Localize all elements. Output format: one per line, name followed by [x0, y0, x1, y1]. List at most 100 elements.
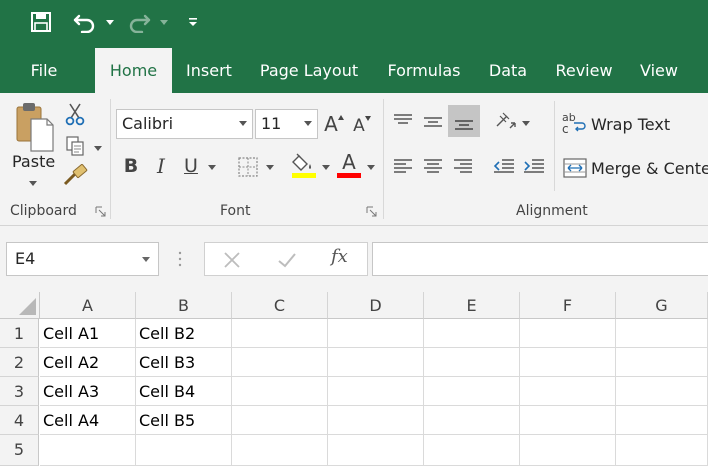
select-all-button[interactable]: [0, 292, 40, 319]
cell-d1[interactable]: [328, 319, 424, 348]
cell-g4[interactable]: [616, 406, 708, 435]
column-header-f[interactable]: F: [520, 292, 616, 319]
cell-a1[interactable]: Cell A1: [40, 319, 136, 348]
fill-color-dropdown-icon[interactable]: [322, 165, 330, 170]
cell-a4[interactable]: Cell A4: [40, 406, 136, 435]
cell-d2[interactable]: [328, 348, 424, 377]
cell-e2[interactable]: [424, 348, 520, 377]
align-center-icon[interactable]: [420, 153, 446, 181]
row-header-2[interactable]: 2: [0, 348, 39, 377]
cell-f5[interactable]: [520, 435, 616, 466]
cell-g3[interactable]: [616, 377, 708, 406]
row-header-1[interactable]: 1: [0, 319, 39, 348]
tab-home[interactable]: Home: [95, 48, 172, 93]
cell-g1[interactable]: [616, 319, 708, 348]
tab-formulas[interactable]: Formulas: [378, 48, 470, 93]
cell-a2[interactable]: Cell A2: [40, 348, 136, 377]
cell-e4[interactable]: [424, 406, 520, 435]
bottom-align-icon[interactable]: [448, 105, 480, 137]
underline-dropdown-icon[interactable]: [208, 165, 216, 170]
formula-input[interactable]: [372, 242, 708, 276]
cell-d4[interactable]: [328, 406, 424, 435]
name-box[interactable]: E4: [6, 242, 159, 276]
cell-e3[interactable]: [424, 377, 520, 406]
cell-f2[interactable]: [520, 348, 616, 377]
top-align-icon[interactable]: [390, 107, 416, 135]
tab-data[interactable]: Data: [480, 48, 536, 93]
enter-icon[interactable]: [277, 251, 297, 269]
cell-c2[interactable]: [232, 348, 328, 377]
borders-icon[interactable]: [234, 153, 262, 181]
save-icon[interactable]: [28, 8, 54, 36]
orientation-dropdown-icon[interactable]: [522, 121, 530, 126]
orientation-icon[interactable]: [492, 107, 520, 135]
cell-f4[interactable]: [520, 406, 616, 435]
font-name-combo[interactable]: Calibri: [116, 109, 253, 139]
name-box-dropdown-icon[interactable]: [142, 257, 150, 262]
cell-b3[interactable]: Cell B4: [136, 377, 232, 406]
tab-file[interactable]: File: [16, 48, 72, 93]
cell-g2[interactable]: [616, 348, 708, 377]
paste-dropdown-icon[interactable]: [29, 181, 37, 186]
paste-label[interactable]: Paste: [12, 152, 55, 171]
tab-review[interactable]: Review: [546, 48, 622, 93]
cell-f3[interactable]: [520, 377, 616, 406]
cell-b2[interactable]: Cell B3: [136, 348, 232, 377]
column-header-c[interactable]: C: [232, 292, 328, 319]
undo-icon[interactable]: [70, 8, 100, 36]
cell-c3[interactable]: [232, 377, 328, 406]
cell-b4[interactable]: Cell B5: [136, 406, 232, 435]
row-header-3[interactable]: 3: [0, 377, 39, 406]
copy-dropdown-icon[interactable]: [94, 146, 102, 151]
tab-view[interactable]: View: [630, 48, 688, 93]
cell-g5[interactable]: [616, 435, 708, 466]
cell-d3[interactable]: [328, 377, 424, 406]
cell-c1[interactable]: [232, 319, 328, 348]
undo-dropdown-icon[interactable]: [104, 8, 116, 36]
format-painter-icon[interactable]: [62, 163, 90, 189]
cell-c5[interactable]: [232, 435, 328, 466]
cell-e5[interactable]: [424, 435, 520, 466]
column-header-e[interactable]: E: [424, 292, 520, 319]
font-size-dropdown-icon[interactable]: [304, 121, 312, 126]
cell-b5[interactable]: [136, 435, 232, 466]
cell-c4[interactable]: [232, 406, 328, 435]
font-color-button[interactable]: A: [336, 149, 362, 175]
copy-icon[interactable]: [62, 133, 88, 159]
cancel-icon[interactable]: [223, 251, 241, 269]
tab-insert[interactable]: Insert: [178, 48, 240, 93]
font-launcher-icon[interactable]: [366, 206, 377, 217]
font-size-combo[interactable]: 11: [255, 109, 318, 139]
cell-e1[interactable]: [424, 319, 520, 348]
shrink-font-button[interactable]: A: [350, 109, 374, 139]
row-header-5[interactable]: 5: [0, 435, 39, 466]
cell-b1[interactable]: Cell B2: [136, 319, 232, 348]
redo-icon[interactable]: [124, 8, 154, 36]
cut-icon[interactable]: [62, 101, 88, 127]
tab-page-layout[interactable]: Page Layout: [250, 48, 368, 93]
font-name-dropdown-icon[interactable]: [239, 121, 247, 126]
insert-function-icon[interactable]: fx: [331, 246, 348, 267]
merge-center-label[interactable]: Merge & Center: [591, 159, 708, 178]
merge-center-icon[interactable]: [562, 155, 588, 181]
row-header-4[interactable]: 4: [0, 406, 39, 435]
cell-d5[interactable]: [328, 435, 424, 466]
column-header-g[interactable]: G: [616, 292, 708, 319]
middle-align-icon[interactable]: [420, 107, 446, 135]
cell-a3[interactable]: Cell A3: [40, 377, 136, 406]
decrease-indent-icon[interactable]: [490, 153, 518, 181]
underline-button[interactable]: U: [178, 151, 204, 181]
customize-qat-icon[interactable]: [186, 8, 200, 36]
wrap-text-label[interactable]: Wrap Text: [591, 115, 670, 134]
italic-button[interactable]: I: [148, 151, 174, 181]
redo-dropdown-icon[interactable]: [158, 8, 170, 36]
formula-bar-resize-handle[interactable]: [178, 250, 182, 268]
borders-dropdown-icon[interactable]: [266, 165, 274, 170]
font-color-dropdown-icon[interactable]: [367, 165, 375, 170]
column-header-b[interactable]: B: [136, 292, 232, 319]
bold-button[interactable]: B: [118, 151, 144, 181]
column-header-a[interactable]: A: [40, 292, 136, 319]
paste-icon[interactable]: [8, 99, 58, 155]
column-header-d[interactable]: D: [328, 292, 424, 319]
cell-a5[interactable]: [40, 435, 136, 466]
